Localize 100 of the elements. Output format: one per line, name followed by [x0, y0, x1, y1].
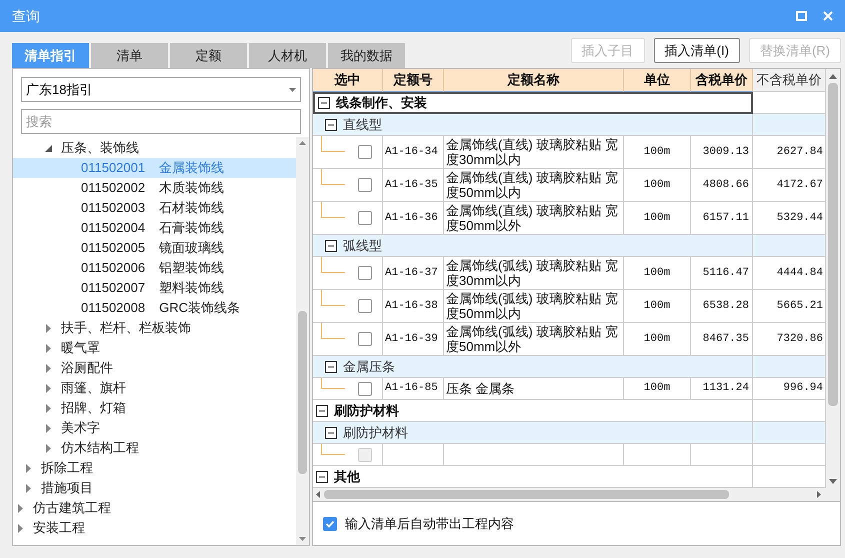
unit: 100m	[644, 144, 670, 160]
scroll-down-icon[interactable]	[299, 537, 306, 541]
tree-item[interactable]: 雨篷、旗杆	[13, 378, 296, 398]
maximize-icon[interactable]	[796, 11, 807, 21]
tab[interactable]: 定额	[170, 43, 247, 68]
tree-item[interactable]: 011502007 塑料装饰线	[13, 278, 296, 298]
tree-item[interactable]: 安装工程	[13, 518, 296, 538]
tree-item[interactable]: 措施项目	[13, 478, 296, 498]
search-field[interactable]: 搜索	[21, 109, 301, 134]
price-without-tax: 7320.86	[776, 332, 823, 347]
tree-item[interactable]: 011502008 GRC装饰线条	[13, 298, 296, 318]
scroll-up-icon[interactable]	[829, 74, 837, 79]
tree-item[interactable]: 浴厕配件	[13, 358, 296, 378]
item-label: 美术字	[61, 419, 100, 438]
tree-line	[321, 136, 345, 152]
unit: 100m	[644, 298, 670, 314]
tab[interactable]: 我的数据	[328, 43, 405, 68]
tree-item[interactable]: 011502006 铝塑装饰线	[13, 258, 296, 278]
unit: 100m	[644, 178, 670, 193]
checkbox[interactable]	[358, 266, 372, 280]
tree-item[interactable]: 仿木结构工程	[13, 438, 296, 458]
collapsed-arrow-icon[interactable]	[26, 464, 30, 472]
collapsed-arrow-icon[interactable]	[46, 404, 50, 412]
item-label: 暖气罩	[61, 339, 100, 358]
tree-item[interactable]: 美术字	[13, 418, 296, 438]
quota-code: A1-16-34	[385, 144, 438, 160]
checkbox[interactable]	[358, 145, 372, 159]
collapsed-arrow-icon[interactable]	[46, 344, 50, 352]
tree-item[interactable]: 拆除工程	[13, 458, 296, 478]
checkbox[interactable]	[358, 382, 372, 396]
collapsed-arrow-icon[interactable]	[18, 524, 22, 532]
tree-item[interactable]: 011502005 镜面玻璃线	[13, 238, 296, 258]
checkbox-label: 输入清单后自动带出工程内容	[345, 514, 514, 533]
tree-item[interactable]: 压条、装饰线	[13, 138, 296, 158]
item-label: 木质装饰线	[159, 179, 224, 198]
subgroup-label: 刷防护材料	[343, 424, 408, 442]
window-title: 查询	[12, 6, 40, 26]
collapse-icon[interactable]	[325, 240, 337, 252]
tree-line	[321, 169, 345, 185]
item-code: 011502005	[81, 239, 146, 258]
checkbox[interactable]	[358, 332, 372, 346]
price-without-tax: 5665.21	[776, 298, 823, 314]
unit: 100m	[644, 381, 670, 396]
checkbox[interactable]	[358, 211, 372, 225]
item-label: 招牌、灯箱	[61, 399, 126, 418]
collapse-icon[interactable]	[318, 97, 330, 109]
tree-line	[321, 202, 345, 218]
subgroup-label: 金属压条	[343, 358, 395, 376]
collapse-icon[interactable]	[325, 360, 337, 372]
tab[interactable]: 人材机	[249, 43, 326, 68]
item-label: 措施项目	[41, 479, 93, 498]
tree-item[interactable]: 扶手、栏杆、栏板装饰	[13, 318, 296, 338]
horizontal-scrollbar[interactable]	[313, 488, 840, 501]
collapsed-arrow-icon[interactable]	[46, 324, 50, 332]
checkbox[interactable]	[323, 516, 337, 530]
quota-code: A1-16-37	[385, 266, 438, 281]
group-row[interactable]: 线条制作、安装	[313, 92, 753, 114]
item-label: 安装工程	[33, 519, 85, 538]
price-with-tax: 3009.13	[702, 144, 749, 160]
subgroup-label: 直线型	[343, 116, 382, 134]
tree-item[interactable]: 011502003 石材装饰线	[13, 198, 296, 218]
item-code: 011502003	[81, 199, 146, 218]
item-label: 镜面玻璃线	[159, 239, 224, 258]
scroll-right-icon[interactable]	[817, 491, 821, 498]
collapse-icon[interactable]	[325, 426, 337, 438]
tree-item[interactable]: 011502002 木质装饰线	[13, 178, 296, 198]
close-icon[interactable]	[823, 11, 833, 21]
dropdown-caret-icon[interactable]	[289, 88, 296, 92]
item-code: 011502006	[81, 259, 146, 278]
collapse-icon[interactable]	[316, 470, 328, 482]
vertical-scrollbar[interactable]	[826, 69, 840, 488]
guide-select[interactable]: 广东18指引	[21, 77, 301, 102]
collapsed-arrow-icon[interactable]	[18, 504, 22, 512]
item-code: 011502008	[81, 299, 146, 318]
tree-line	[321, 378, 345, 388]
collapsed-arrow-icon[interactable]	[26, 484, 30, 492]
tree-line	[321, 290, 345, 306]
scroll-left-icon[interactable]	[316, 491, 320, 498]
tree-item[interactable]: 暖气罩	[13, 338, 296, 358]
group-label: 刷防护材料	[334, 402, 399, 420]
checkbox[interactable]	[358, 178, 372, 192]
vertical-scrollbar[interactable]	[296, 137, 309, 545]
collapsed-arrow-icon[interactable]	[46, 384, 50, 392]
item-label: 浴厕配件	[61, 359, 113, 378]
expanded-arrow-icon[interactable]	[44, 144, 52, 152]
scroll-up-icon[interactable]	[299, 141, 306, 145]
collapse-icon[interactable]	[325, 118, 337, 130]
tree-item[interactable]: 招牌、灯箱	[13, 398, 296, 418]
item-label: 石膏装饰线	[159, 219, 224, 238]
tree-item[interactable]: 011502004 石膏装饰线	[13, 218, 296, 238]
tab[interactable]: 清单	[91, 43, 168, 68]
tree-item[interactable]: 仿古建筑工程	[13, 498, 296, 518]
checkbox[interactable]	[358, 299, 372, 313]
collapsed-arrow-icon[interactable]	[46, 444, 50, 452]
scroll-down-icon[interactable]	[829, 479, 837, 484]
toolbar-button[interactable]: 插入清单(I)	[654, 38, 740, 63]
collapse-icon[interactable]	[316, 404, 328, 416]
collapsed-arrow-icon[interactable]	[46, 424, 50, 432]
item-label: 仿木结构工程	[61, 439, 139, 458]
collapsed-arrow-icon[interactable]	[46, 364, 50, 372]
